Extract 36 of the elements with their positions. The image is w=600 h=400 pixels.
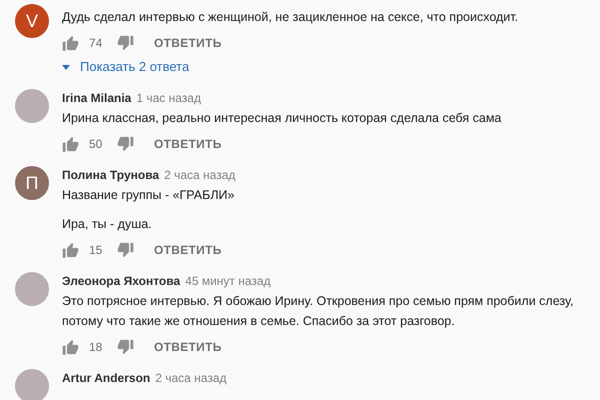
reply-button[interactable]: ОТВЕТИТЬ [154,338,222,356]
reply-button[interactable]: ОТВЕТИТЬ [154,34,222,52]
thumbs-down-icon[interactable] [117,35,134,51]
author-name[interactable]: Полина Трунова [62,165,160,185]
show-replies-link[interactable]: Показать 2 ответа [62,57,592,77]
avatar-photo-placeholder[interactable] [15,89,49,123]
comment-text: Ира, ты - душа. [62,216,153,233]
comment-time[interactable]: 45 минут назад [185,271,271,291]
author-name[interactable]: Artur Anderson [62,368,150,388]
comment-text: Это потрясное интервью. Я обожаю Ирину. Откровения про семью прям пробили слезу, потому что такие же отношения в семье. Спасибо за этот разговор. [62,293,574,330]
avatar[interactable]: V [15,4,49,38]
reply-button[interactable]: ОТВЕТИТЬ [154,241,222,259]
comment-text: Дудь сделал интервью с женщиной, не зацикленное на сексе, что происходит. [62,9,520,26]
like-count: 74 [89,35,104,52]
like-count: 15 [89,242,104,259]
author-name[interactable]: Элеонора Яхонтова [62,271,180,291]
avatar[interactable]: П [15,166,49,200]
thumbs-up-icon[interactable] [62,35,79,51]
like-count: 50 [89,136,104,153]
avatar-photo-placeholder[interactable] [15,369,49,400]
thumbs-down-icon[interactable] [117,136,134,152]
comment-text: Ирина классная, реально интересная личность которая сделала себя сама [62,110,502,127]
like-count: 18 [89,339,104,356]
thumbs-down-icon[interactable] [117,242,134,258]
avatar-photo-placeholder[interactable] [15,272,49,306]
comment-text: Название группы - «ГРАБЛИ» [62,187,236,204]
author-name[interactable]: Irina Milania [62,88,132,108]
comment-time[interactable]: 1 час назад [136,88,201,108]
comment-time[interactable]: 2 часа назад [155,368,227,388]
caret-icon [62,64,70,70]
thumbs-up-icon[interactable] [62,242,79,258]
reply-button[interactable]: ОТВЕТИТЬ [154,135,222,153]
thumbs-up-icon[interactable] [62,339,79,355]
comment-time[interactable]: 2 часа назад [164,165,236,185]
thumbs-down-icon[interactable] [117,339,134,355]
thumbs-up-icon[interactable] [62,136,79,152]
